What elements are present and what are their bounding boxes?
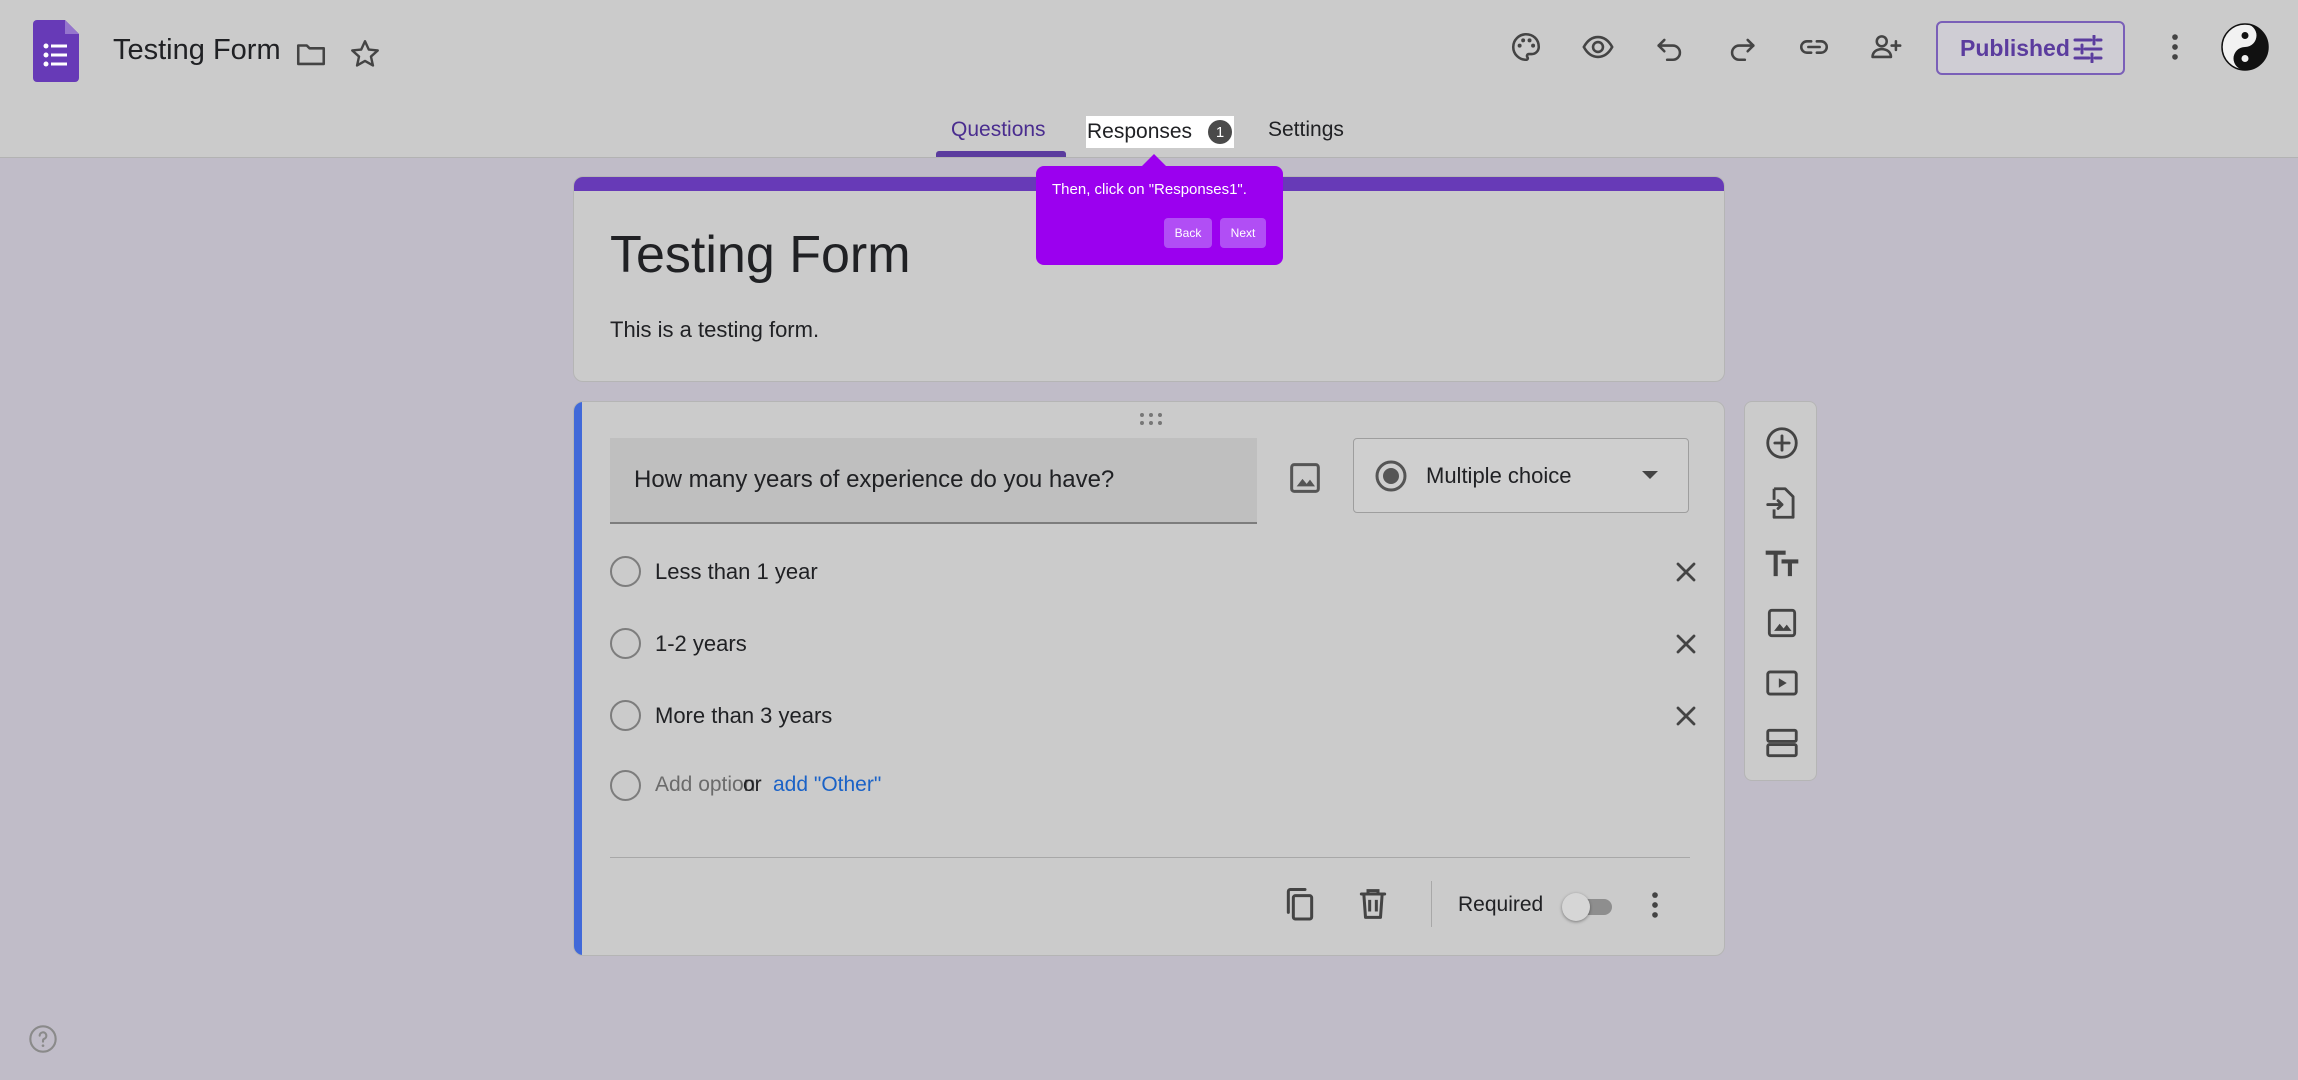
add-title-description-icon[interactable] — [1763, 544, 1801, 582]
required-toggle[interactable] — [1562, 892, 1614, 921]
document-title[interactable]: Testing Form — [113, 34, 281, 67]
remove-option-icon[interactable] — [1670, 628, 1702, 660]
question-type-select[interactable]: Multiple choice — [1353, 438, 1689, 513]
add-option-row: Add option or add "Other" — [610, 766, 1690, 806]
drag-handle-icon[interactable] — [1138, 412, 1164, 426]
tab-settings[interactable]: Settings — [1268, 118, 1344, 142]
form-title[interactable]: Testing Form — [610, 225, 911, 285]
redo-icon[interactable] — [1722, 27, 1762, 67]
add-collaborator-icon[interactable] — [1866, 27, 1906, 67]
chevron-down-icon — [1642, 471, 1658, 479]
app-header: Testing Form Published Questions Respons… — [0, 0, 2298, 158]
tooltip-back-button[interactable]: Back — [1164, 218, 1212, 248]
star-icon[interactable] — [345, 34, 385, 74]
option-label[interactable]: More than 3 years — [655, 703, 832, 729]
add-option-button[interactable]: Add option — [655, 773, 755, 797]
side-toolbar — [1744, 401, 1817, 781]
option-row: 1-2 years — [610, 624, 1696, 664]
or-text: or — [743, 773, 762, 796]
option-radio — [610, 770, 641, 801]
question-type-label: Multiple choice — [1426, 463, 1572, 488]
option-label[interactable]: 1-2 years — [655, 631, 747, 657]
palette-icon[interactable] — [1506, 27, 1546, 67]
guide-tooltip: Then, click on "Responses1". Back Next — [1036, 154, 1283, 265]
preview-eye-icon[interactable] — [1578, 27, 1618, 67]
import-questions-icon[interactable] — [1763, 484, 1801, 522]
option-row: More than 3 years — [610, 696, 1696, 736]
add-other-link[interactable]: add "Other" — [773, 773, 881, 797]
forms-logo-icon[interactable] — [33, 20, 79, 82]
undo-icon[interactable] — [1650, 27, 1690, 67]
question-text-input[interactable]: How many years of experience do you have… — [610, 438, 1257, 524]
remove-option-icon[interactable] — [1670, 556, 1702, 588]
delete-icon[interactable] — [1353, 884, 1393, 924]
more-vert-icon[interactable] — [2155, 27, 2195, 67]
add-image-icon[interactable] — [1285, 458, 1325, 498]
form-description[interactable]: This is a testing form. — [610, 317, 819, 343]
tab-active-indicator — [936, 151, 1066, 157]
tooltip-next-button[interactable]: Next — [1220, 218, 1266, 248]
question-footer-divider — [610, 857, 1690, 858]
duplicate-icon[interactable] — [1280, 884, 1320, 924]
add-section-icon[interactable] — [1763, 724, 1801, 762]
responses-count-badge: 1 — [1208, 120, 1233, 144]
option-label[interactable]: Less than 1 year — [655, 559, 818, 585]
add-question-icon[interactable] — [1763, 424, 1801, 462]
tune-icon — [2073, 35, 2103, 63]
tab-responses-label: Responses — [1087, 120, 1193, 143]
tooltip-text: Then, click on "Responses1". — [1052, 181, 1247, 198]
footer-vertical-divider — [1431, 881, 1432, 927]
avatar[interactable] — [2221, 23, 2269, 71]
tab-questions[interactable]: Questions — [951, 118, 1046, 142]
toggle-knob — [1562, 893, 1590, 921]
option-radio — [610, 628, 641, 659]
published-label: Published — [1960, 34, 2070, 61]
question-active-bar — [574, 402, 582, 955]
add-video-icon[interactable] — [1763, 664, 1801, 702]
question-card: How many years of experience do you have… — [573, 401, 1725, 956]
required-label: Required — [1458, 893, 1544, 916]
published-button[interactable]: Published — [1936, 21, 2125, 75]
tab-responses[interactable]: Responses 1 — [1086, 116, 1235, 148]
question-more-icon[interactable] — [1638, 888, 1672, 922]
remove-option-icon[interactable] — [1670, 700, 1702, 732]
option-row: Less than 1 year — [610, 552, 1696, 592]
link-icon[interactable] — [1794, 27, 1834, 67]
radio-button-checked-icon — [1375, 460, 1407, 492]
add-image-icon[interactable] — [1763, 604, 1801, 642]
option-radio — [610, 556, 641, 587]
help-icon[interactable] — [27, 1023, 59, 1055]
option-radio — [610, 700, 641, 731]
folder-icon[interactable] — [291, 34, 331, 74]
